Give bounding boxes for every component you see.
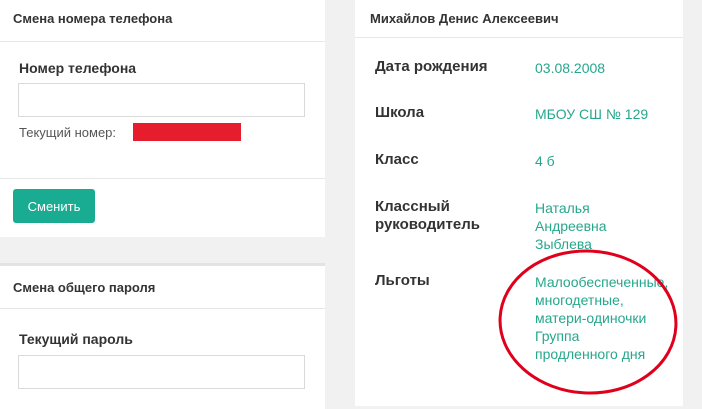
profile-label-1: Школа bbox=[375, 104, 424, 122]
phone-input[interactable] bbox=[18, 83, 305, 117]
student-profile-card: Михайлов Денис Алексеевич Дата рождения 0… bbox=[355, 0, 683, 406]
password-change-card: Смена общего пароля Текущий пароль bbox=[0, 263, 325, 409]
current-phone-label: Текущий номер: bbox=[19, 125, 117, 140]
profile-label-line: руководитель bbox=[375, 216, 480, 233]
current-phone-redaction bbox=[133, 123, 241, 141]
profile-value-2: 4 б bbox=[535, 152, 555, 170]
profile-label-line: Классный bbox=[375, 198, 450, 215]
profile-label-line: Класс bbox=[375, 151, 419, 168]
profile-value-line: Наталья bbox=[535, 200, 590, 216]
profile-value-line: МБОУ СШ № 129 bbox=[535, 106, 649, 122]
profile-label-line: Льготы bbox=[375, 272, 430, 289]
profile-value-0: 03.08.2008 bbox=[535, 59, 605, 77]
profile-value-line: 4 б bbox=[535, 153, 555, 169]
profile-label-line: Дата рождения bbox=[375, 58, 488, 75]
current-password-input[interactable] bbox=[18, 355, 305, 389]
profile-label-line: Школа bbox=[375, 104, 425, 121]
profile-value-line: Зыблева bbox=[535, 236, 592, 252]
profile-value-line: многодетные, bbox=[535, 292, 624, 308]
profile-value-line: Группа bbox=[535, 328, 580, 344]
phone-card-title: Смена номера телефона bbox=[13, 11, 173, 26]
profile-value-4: Малообеспеченные, многодетные, матери-один… bbox=[535, 273, 668, 363]
profile-value-line: матери-одиночки bbox=[535, 310, 647, 326]
password-card-title: Смена общего пароля bbox=[13, 280, 156, 295]
profile-label-0: Дата рождения bbox=[375, 58, 488, 76]
profile-label-2: Класс bbox=[375, 151, 419, 169]
profile-value-line: Малообеспеченные, bbox=[535, 274, 669, 290]
phone-field-label: Номер телефона bbox=[19, 60, 137, 76]
phone-card-header-divider bbox=[0, 41, 325, 42]
student-name: Михайлов Денис Алексеевич bbox=[370, 11, 559, 26]
profile-value-line: продленного дня bbox=[535, 346, 646, 362]
password-card-header-divider bbox=[0, 308, 325, 309]
profile-value-line: Андреевна bbox=[535, 218, 607, 234]
profile-value-3: Наталья Андреевна Зыблева bbox=[535, 199, 607, 253]
password-field-label: Текущий пароль bbox=[19, 331, 133, 347]
profile-label-3: Классный руководитель bbox=[375, 198, 480, 234]
change-phone-button[interactable]: Сменить bbox=[13, 189, 95, 223]
profile-value-1: МБОУ СШ № 129 bbox=[535, 105, 648, 123]
profile-label-4: Льготы bbox=[375, 272, 430, 290]
profile-header-divider bbox=[355, 37, 683, 38]
profile-value-line: 03.08.2008 bbox=[535, 60, 606, 76]
phone-change-card: Смена номера телефона Номер телефона Тек… bbox=[0, 0, 325, 237]
phone-card-footer-divider bbox=[0, 178, 325, 179]
